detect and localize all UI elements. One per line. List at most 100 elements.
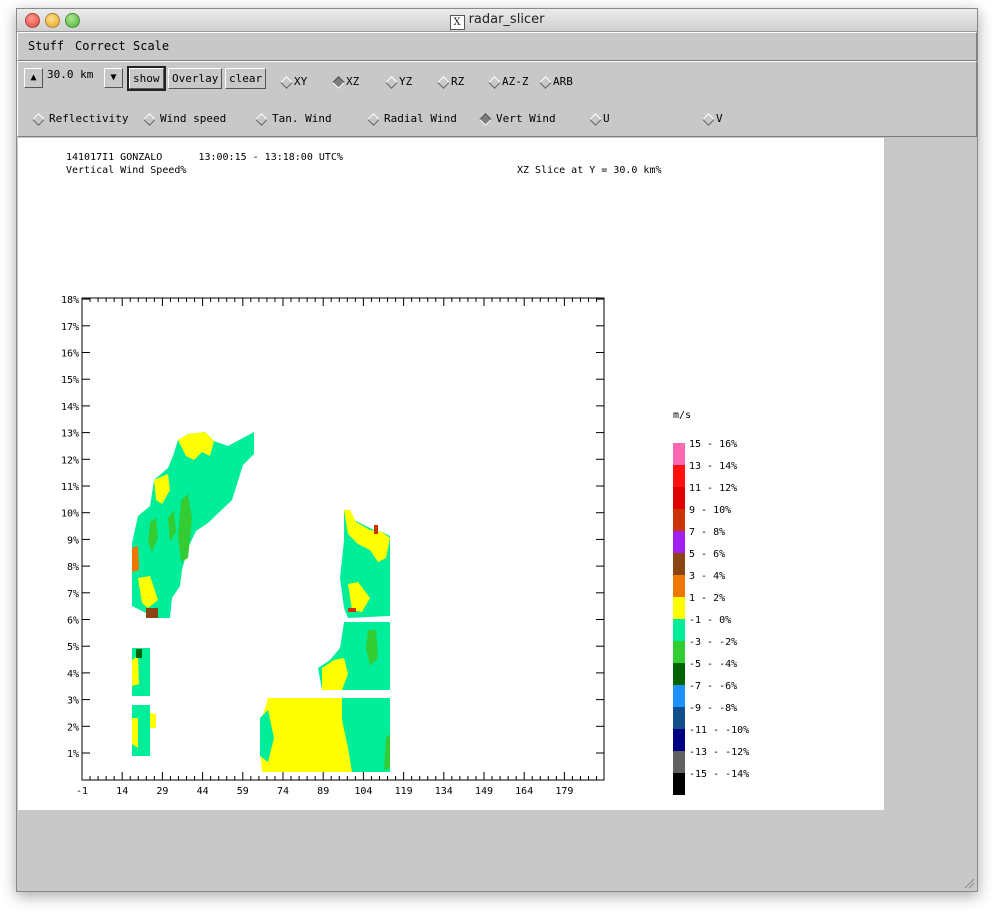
legend-swatch	[673, 487, 685, 509]
legend-swatch	[673, 641, 685, 663]
legend-label: -3 - -2%	[689, 637, 737, 648]
title-bar[interactable]: Xradar_slicer	[17, 9, 977, 32]
radio-u[interactable]	[589, 113, 602, 126]
radio-rz-label: RZ	[451, 75, 465, 88]
radio-reflectivity-label: Reflectivity	[49, 112, 129, 125]
x-tick-label: 104	[354, 786, 372, 797]
radio-radial-wind[interactable]	[367, 113, 380, 126]
legend-swatch	[673, 443, 685, 465]
y-tick-label: 5%	[67, 642, 79, 653]
menu-scale[interactable]: Scale	[133, 39, 169, 53]
height-down-button[interactable]: ▼	[104, 68, 123, 88]
echo-lower-left-lower-yellow2	[150, 713, 156, 728]
legend-label: 9 - 10%	[689, 505, 731, 516]
legend-swatch	[673, 685, 685, 707]
legend-label: -15 - -14%	[689, 769, 749, 780]
x-tick-label: 149	[475, 786, 493, 797]
radio-tan-wind[interactable]	[255, 113, 268, 126]
legend-label: 11 - 12%	[689, 483, 737, 494]
x-tick-label: 164	[515, 786, 533, 797]
height-up-button[interactable]: ▲	[24, 68, 43, 88]
y-tick-label: 9%	[67, 535, 79, 546]
radio-tan-wind-label: Tan. Wind	[272, 112, 332, 125]
legend-label: -1 - 0%	[689, 615, 731, 626]
legend-label: 3 - 4%	[689, 571, 725, 582]
echo-right-red-spot2	[348, 608, 356, 612]
vertical-section-plot: -1 14 29 44 59 74 89 104 119 134 149 164 179 1% 2% 3% 4%…	[61, 295, 749, 797]
legend-label: -11 - -10%	[689, 725, 749, 736]
menu-bar: Stuff Correct Scale	[17, 32, 977, 61]
legend-swatch	[673, 575, 685, 597]
radio-radial-wind-label: Radial Wind	[384, 112, 457, 125]
x-tick-label: 74	[277, 786, 289, 797]
echo-lower-left-lower-yellow	[132, 718, 138, 748]
menu-correct[interactable]: Correct	[75, 39, 126, 53]
y-tick-label: 16%	[61, 349, 79, 360]
legend-swatch	[673, 509, 685, 531]
radio-vert-wind-label: Vert Wind	[496, 112, 556, 125]
radio-xy[interactable]	[280, 76, 293, 89]
radio-wind-speed[interactable]	[143, 113, 156, 126]
x-tick-label: 29	[156, 786, 168, 797]
echo-upper-left-brown-spot	[146, 608, 158, 618]
legend-label: 15 - 16%	[689, 439, 737, 450]
legend-label: -9 - -8%	[689, 703, 737, 714]
radio-yz[interactable]	[385, 76, 398, 89]
legend-label: 1 - 2%	[689, 593, 725, 604]
legend-swatch	[673, 707, 685, 729]
y-tick-label: 2%	[67, 722, 79, 733]
radio-az-z-label: AZ-Z	[502, 75, 529, 88]
y-tick-label: 8%	[67, 562, 79, 573]
legend-label: 5 - 6%	[689, 549, 725, 560]
y-tick-label: 15%	[61, 375, 79, 386]
height-value: 30.0 km	[47, 68, 94, 81]
wind-field-layer	[132, 432, 390, 772]
clear-button[interactable]: clear	[225, 68, 267, 89]
radio-v-label: V	[716, 112, 723, 125]
window-title-wrap: Xradar_slicer	[17, 12, 977, 30]
menu-stuff[interactable]: Stuff	[28, 39, 64, 53]
legend-label: 7 - 8%	[689, 527, 725, 538]
y-tick-label: 12%	[61, 455, 79, 466]
legend-swatch	[673, 619, 685, 641]
y-tick-label: 11%	[61, 482, 79, 493]
legend-swatch	[673, 751, 685, 773]
legend-swatch	[673, 531, 685, 553]
y-tick-label: 4%	[67, 669, 79, 680]
resize-grip-icon[interactable]	[963, 877, 975, 889]
legend-label: -13 - -12%	[689, 747, 749, 758]
echo-lower-left-dark-spot	[136, 649, 142, 658]
overlay-button[interactable]: Overlay	[168, 68, 223, 89]
echo-upper-left-orange-spot	[132, 546, 139, 572]
x-tick-label: -1	[76, 786, 88, 797]
radio-xy-label: XY	[294, 75, 308, 88]
show-button[interactable]: show	[127, 66, 166, 91]
legend-label: -7 - -6%	[689, 681, 737, 692]
radio-v[interactable]	[702, 113, 715, 126]
y-tick-label: 1%	[67, 749, 79, 760]
x-tick-label: 89	[317, 786, 329, 797]
radio-reflectivity[interactable]	[32, 113, 45, 126]
toolbar: ▲ 30.0 km ▼ show Overlay clear XY XZ YZ …	[17, 61, 977, 137]
echo-right-red-spot	[374, 525, 378, 534]
y-tick-label: 10%	[61, 509, 79, 520]
y-tick-label: 13%	[61, 429, 79, 440]
legend-swatch	[673, 663, 685, 685]
x-tick-label: 179	[555, 786, 573, 797]
radio-u-label: U	[603, 112, 610, 125]
radio-az-z[interactable]	[488, 76, 501, 89]
x-tick-label: 119	[395, 786, 413, 797]
legend-swatch	[673, 729, 685, 751]
radio-yz-label: YZ	[399, 75, 413, 88]
radio-rz[interactable]	[437, 76, 450, 89]
radio-vert-wind[interactable]	[479, 113, 492, 126]
radio-arb[interactable]	[539, 76, 552, 89]
radio-xz[interactable]	[332, 76, 345, 89]
x11-logo-icon: X	[449, 15, 465, 30]
y-tick-label: 14%	[61, 402, 79, 413]
plot-canvas: 141017I1 GONZALO 13:00:15 - 13:18:00 UTC…	[18, 138, 884, 810]
legend-swatch	[673, 597, 685, 619]
legend-label: -5 - -4%	[689, 659, 737, 670]
legend-swatch	[673, 773, 685, 795]
legend-swatch	[673, 465, 685, 487]
